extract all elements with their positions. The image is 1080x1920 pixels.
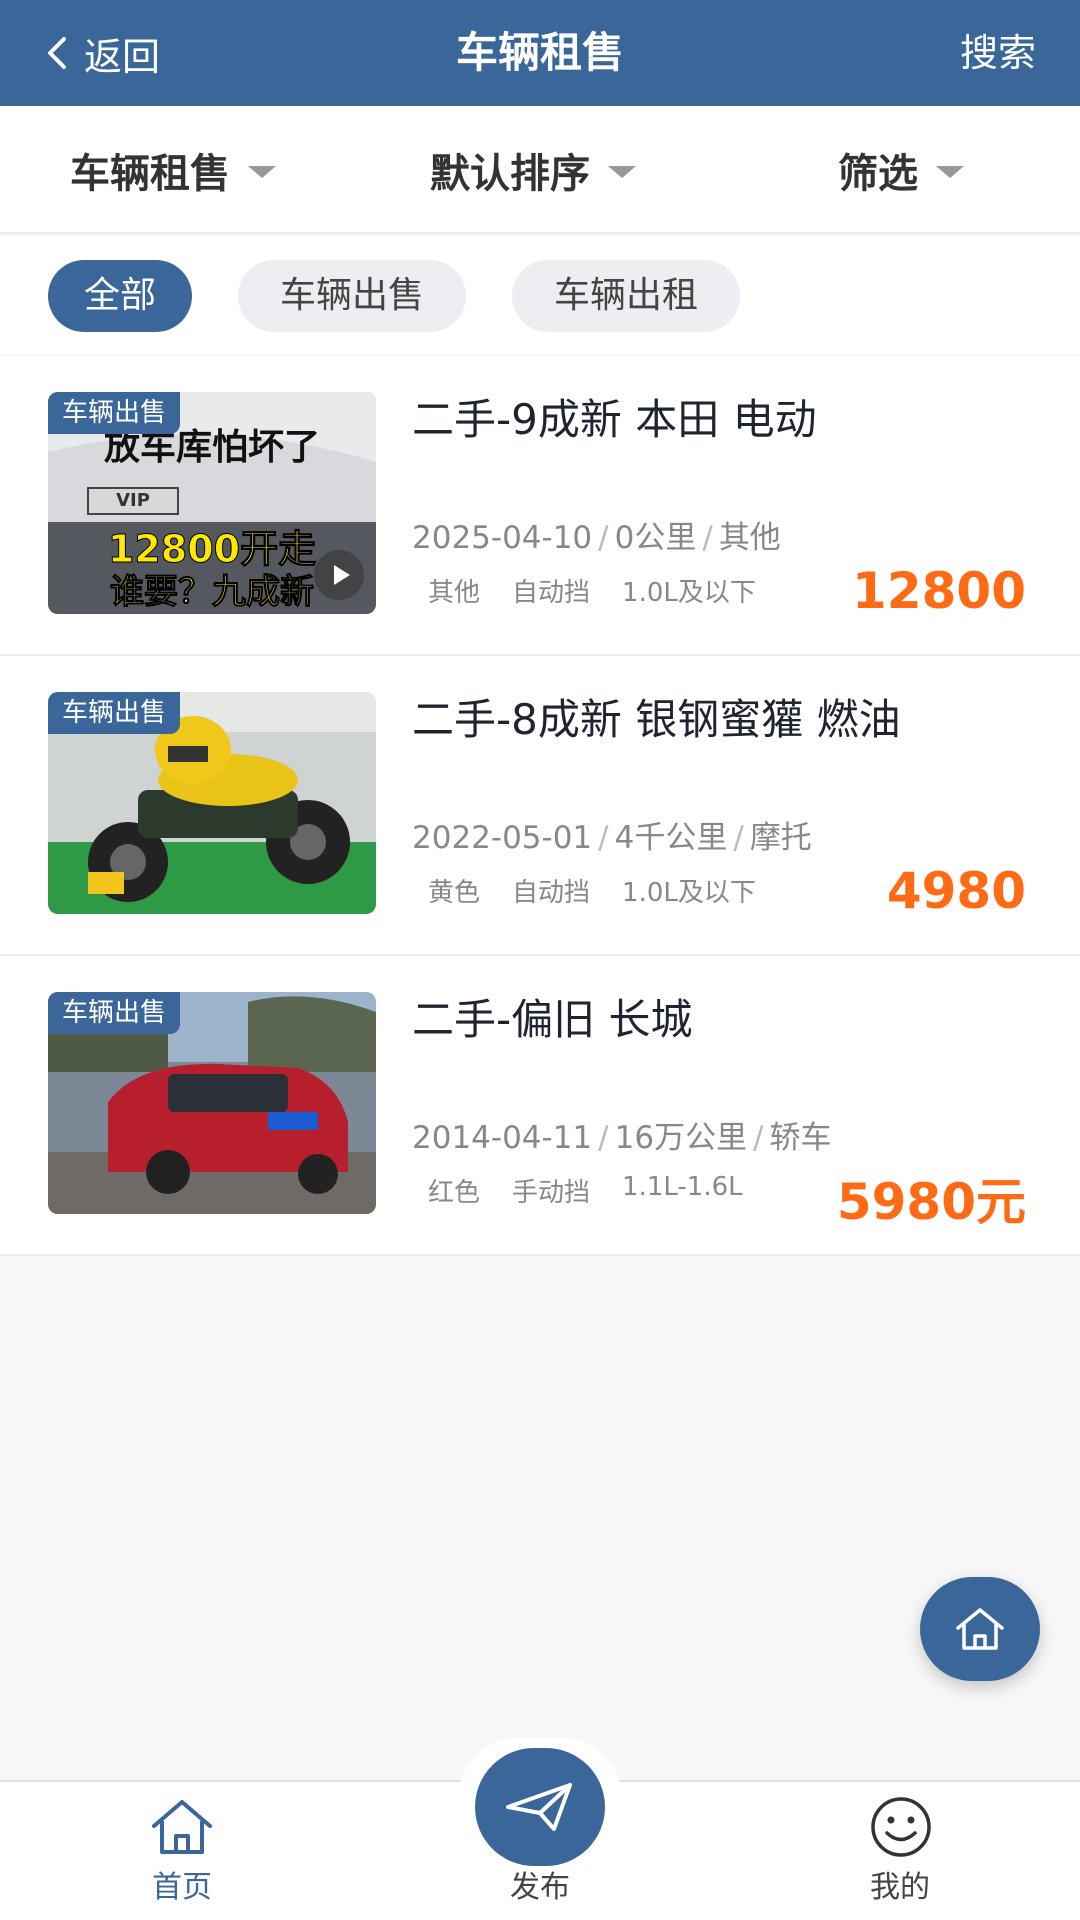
category-dropdown-label: 车辆租售 bbox=[70, 151, 230, 197]
category-dropdown[interactable]: 车辆租售 bbox=[70, 106, 276, 234]
listing-tag-displacement: 1.0L及以下 bbox=[622, 878, 756, 908]
listing-tag-transmission: 手动挡 bbox=[512, 1178, 591, 1208]
type-chip-group: 全部 车辆出售 车辆出租 bbox=[0, 236, 1080, 354]
listing-category: 摩托 bbox=[749, 820, 812, 856]
listing-meta: 2014-04-11/16万公里 / 轿车 bbox=[412, 1120, 832, 1156]
listing-price: 5980元 bbox=[836, 1173, 1026, 1231]
listing-meta: 2022-05-01/4千公里 / 摩托 bbox=[412, 820, 812, 856]
back-label: 返回 bbox=[84, 34, 161, 79]
home-icon bbox=[152, 1800, 212, 1854]
filter-bar: 车辆租售 默认排序 筛选 bbox=[0, 106, 1080, 234]
listing-price: 4980 bbox=[886, 862, 1026, 920]
listing-tags: 黄色 自动挡 1.0L及以下 bbox=[412, 872, 772, 909]
listing-title: 二手-8成新 银钢蜜獾 燃油 bbox=[412, 695, 901, 744]
tab-mine[interactable]: 我的 bbox=[800, 1782, 1000, 1920]
listing-card[interactable]: 车辆出售 二手-偏旧 长城 2014-04-11/16万公里 / 轿车 红色 手动挡… bbox=[0, 956, 1080, 1256]
tab-home[interactable]: 首页 bbox=[82, 1782, 282, 1920]
listing-tag-displacement: 1.0L及以下 bbox=[622, 578, 756, 608]
listing-tags: 红色 手动挡 1.1L-1.6L bbox=[412, 1172, 759, 1209]
top-navigation-bar: 返回 车辆租售 搜索 bbox=[0, 0, 1080, 106]
publish-button[interactable] bbox=[475, 1748, 605, 1866]
listing-tag-displacement: 1.1L-1.6L bbox=[622, 1172, 743, 1202]
listing-title: 二手-9成新 本田 电动 bbox=[412, 395, 817, 444]
listing-card[interactable]: 车辆出售 放车库怕坏了 VIP 12800开走 谁要？九成新 二手-9成新 本田… bbox=[0, 356, 1080, 656]
listing-category: 轿车 bbox=[769, 1120, 832, 1156]
chip-for-sale[interactable]: 车辆出售 bbox=[238, 260, 466, 332]
listing-mileage: 4千公里 bbox=[614, 820, 728, 856]
caret-down-icon bbox=[248, 166, 276, 178]
tab-publish-label: 发布 bbox=[510, 1870, 570, 1905]
caret-down-icon bbox=[608, 166, 636, 178]
listing-tag-color: 黄色 bbox=[428, 878, 481, 908]
listing-tags: 其他 自动挡 1.0L及以下 bbox=[412, 572, 772, 609]
chip-for-rent[interactable]: 车辆出租 bbox=[512, 260, 740, 332]
filter-dropdown[interactable]: 筛选 bbox=[838, 106, 964, 234]
caret-down-icon bbox=[936, 166, 964, 178]
listing-date: 2014-04-11 bbox=[412, 1120, 593, 1156]
listing-title: 二手-偏旧 长城 bbox=[412, 995, 693, 1044]
listing-tag-transmission: 自动挡 bbox=[512, 878, 591, 908]
listing-badge: 车辆出售 bbox=[48, 992, 181, 1034]
smiley-face-icon bbox=[871, 1797, 931, 1857]
listing-list: 车辆出售 放车库怕坏了 VIP 12800开走 谁要？九成新 二手-9成新 本田… bbox=[0, 356, 1080, 1256]
tab-home-label: 首页 bbox=[152, 1870, 212, 1905]
listing-card[interactable]: 车辆出售 二手-8成新 银钢蜜獾 燃油 2022-05-01/4千公里 / 摩托 黄… bbox=[0, 656, 1080, 956]
floating-home-button[interactable] bbox=[920, 1577, 1040, 1681]
tab-mine-label: 我的 bbox=[870, 1870, 930, 1905]
listing-tag-transmission: 自动挡 bbox=[512, 578, 591, 608]
listing-badge: 车辆出售 bbox=[48, 392, 181, 434]
home-icon bbox=[956, 1608, 1004, 1650]
chip-all[interactable]: 全部 bbox=[48, 260, 192, 332]
thumbnail-plate-text: VIP bbox=[116, 490, 150, 511]
listing-mileage: 16万公里 bbox=[614, 1120, 748, 1156]
listing-thumbnail: 车辆出售 放车库怕坏了 VIP 12800开走 谁要？九成新 bbox=[48, 392, 376, 614]
back-button[interactable]: 返回 bbox=[44, 0, 160, 106]
listing-tag-color: 其他 bbox=[428, 578, 481, 608]
listing-mileage: 0公里 bbox=[614, 520, 697, 556]
listing-category: 其他 bbox=[718, 520, 781, 556]
listing-thumbnail: 车辆出售 bbox=[48, 692, 376, 914]
listing-thumbnail: 车辆出售 bbox=[48, 992, 376, 1214]
listing-badge: 车辆出售 bbox=[48, 692, 181, 734]
listing-meta: 2025-04-10/0公里 / 其他 bbox=[412, 520, 781, 556]
listing-tag-color: 红色 bbox=[428, 1178, 481, 1208]
filter-dropdown-label: 筛选 bbox=[838, 151, 918, 197]
listing-price: 12800 bbox=[852, 562, 1026, 620]
listing-date: 2025-04-10 bbox=[412, 520, 593, 556]
listing-date: 2022-05-01 bbox=[412, 820, 593, 856]
page-title: 车辆租售 bbox=[455, 28, 624, 77]
sort-dropdown-label: 默认排序 bbox=[430, 151, 590, 197]
chevron-left-icon bbox=[48, 37, 66, 69]
play-icon[interactable] bbox=[314, 550, 364, 600]
paper-plane-icon bbox=[506, 1783, 572, 1831]
sort-dropdown[interactable]: 默认排序 bbox=[430, 106, 636, 234]
search-button[interactable]: 搜索 bbox=[960, 0, 1036, 106]
